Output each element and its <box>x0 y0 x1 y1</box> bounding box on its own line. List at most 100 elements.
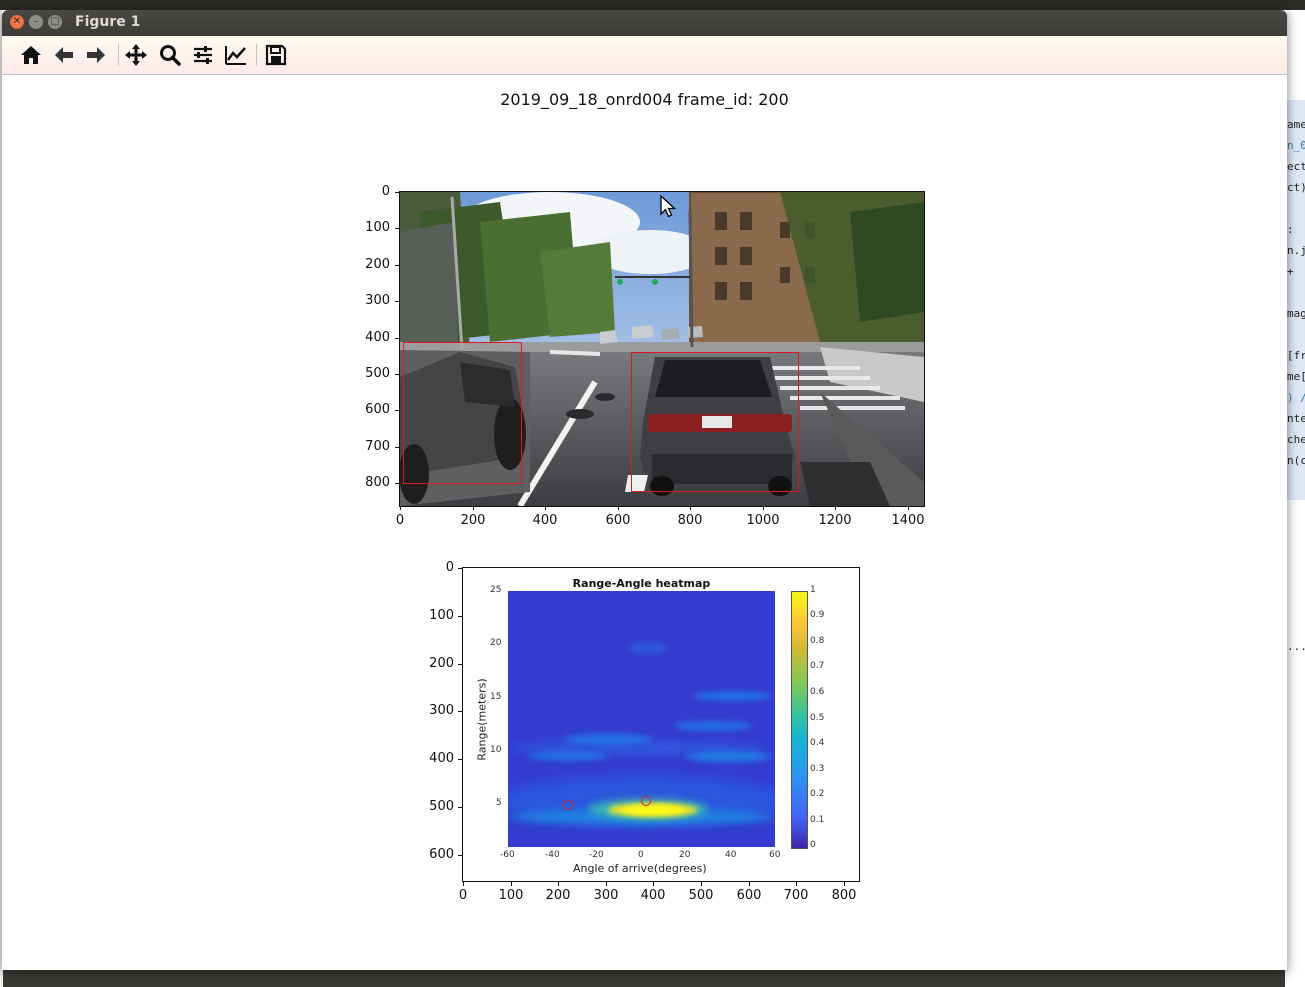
figure-title: 2019_09_18_onrd004 frame_id: 200 <box>500 90 789 109</box>
tick-label: 300 <box>429 703 454 718</box>
editor-line: n(c <box>1287 454 1305 467</box>
colorbar-tick: 0.2 <box>810 789 825 799</box>
heatmap-xtick: 60 <box>769 850 781 860</box>
tick-label: 200 <box>365 257 390 272</box>
pan-button[interactable] <box>124 43 148 67</box>
heatmap-title: Range-Angle heatmap <box>572 577 711 590</box>
tick-label: 300 <box>593 888 619 903</box>
tick-label: 200 <box>545 888 571 903</box>
heatmap-xtick: 20 <box>679 850 691 860</box>
heatmap-ytick: 25 <box>490 585 502 595</box>
customize-icon <box>225 46 246 65</box>
colorbar-tick: 0.9 <box>810 610 825 620</box>
tick-label: 500 <box>688 888 714 903</box>
title-bar[interactable]: ✕ – □ Figure 1 <box>2 10 1287 36</box>
customize-button[interactable] <box>224 43 248 67</box>
tick-label: 200 <box>429 656 454 671</box>
heatmap-xtick: 0 <box>638 850 644 860</box>
tick-label: 0 <box>381 184 390 199</box>
editor-line: me[ <box>1287 370 1305 383</box>
tick-label: 300 <box>365 293 390 308</box>
tick-label: 500 <box>365 366 390 381</box>
heatmap-image-axes: Range-Angle heatmap 25 20 15 10 5 -60 -4… <box>462 567 860 882</box>
detection-box <box>403 342 522 484</box>
close-window-button[interactable]: ✕ <box>10 15 24 29</box>
subplots-icon <box>194 46 212 64</box>
colorbar-tick: 1 <box>810 585 816 595</box>
tick-label: 800 <box>831 888 857 903</box>
tick-label: 600 <box>365 402 390 417</box>
forward-button[interactable] <box>84 43 108 67</box>
editor-line: ... <box>1287 640 1305 653</box>
editor-line: [fr <box>1287 349 1305 362</box>
heatmap-xtick: 40 <box>725 850 737 860</box>
colorbar <box>791 591 808 849</box>
colorbar-tick: 0.8 <box>810 636 825 646</box>
camera-image <box>399 191 925 507</box>
editor-line: ame <box>1287 118 1305 131</box>
tick-label: 600 <box>736 888 762 903</box>
editor-line: mag <box>1287 307 1305 320</box>
detection-box <box>631 352 799 492</box>
tick-label: 700 <box>783 888 809 903</box>
heatmap-ytick: 10 <box>490 745 502 755</box>
figure-window: ✕ – □ Figure 1 2019_09_18_onrd004 frame_… <box>2 10 1287 970</box>
tick-label: 1400 <box>891 513 925 528</box>
figure-canvas[interactable]: 2019_09_18_onrd004 frame_id: 200 0 100 2… <box>2 75 1287 970</box>
colorbar-tick: 0.7 <box>810 661 825 671</box>
tick-label: 100 <box>429 608 454 623</box>
tick-label: 100 <box>498 888 524 903</box>
editor-line: n_0 <box>1287 139 1305 152</box>
back-icon <box>55 47 73 63</box>
editor-line: : <box>1287 223 1294 236</box>
zoom-icon <box>160 45 181 66</box>
heatmap-xtick: -60 <box>500 850 515 860</box>
tick-label: 400 <box>640 888 666 903</box>
tick-label: 200 <box>460 513 486 528</box>
navigation-toolbar <box>2 36 1287 75</box>
background-editor-window: ame n_0 ect ct) : n.j + mag [fr me[ ) / … <box>1285 10 1305 987</box>
tick-label: 500 <box>429 799 454 814</box>
maximize-window-button[interactable]: □ <box>48 15 62 29</box>
colorbar-tick: 0.4 <box>810 738 825 748</box>
forward-icon <box>87 47 105 63</box>
tick-label: 800 <box>365 475 390 490</box>
editor-line: ct) <box>1287 181 1305 194</box>
tick-label: 600 <box>605 513 631 528</box>
heatmap-ytick: 5 <box>496 798 502 808</box>
tick-label: 400 <box>532 513 558 528</box>
colorbar-tick: 0.5 <box>810 713 825 723</box>
editor-line: n.j <box>1287 244 1305 257</box>
tick-label: 800 <box>677 513 703 528</box>
minimize-window-button[interactable]: – <box>29 15 43 29</box>
tick-label: 1000 <box>746 513 780 528</box>
mouse-cursor-icon <box>660 195 677 218</box>
heatmap-ytick: 15 <box>490 692 502 702</box>
editor-line: + <box>1287 265 1294 278</box>
tick-label: 1200 <box>818 513 852 528</box>
desktop-top-bar <box>0 0 1305 10</box>
tick-label: 700 <box>365 439 390 454</box>
tick-label: 400 <box>365 330 390 345</box>
heatmap-xlabel: Angle of arrive(degrees) <box>573 862 707 875</box>
colorbar-tick: 0.1 <box>810 815 825 825</box>
back-button[interactable] <box>52 43 76 67</box>
heatmap-ylabel: Range(meters) <box>475 678 489 761</box>
editor-line: ect <box>1287 160 1305 173</box>
save-icon <box>265 44 287 66</box>
subplots-button[interactable] <box>191 43 215 67</box>
editor-line: ) / <box>1287 391 1305 404</box>
target-marker <box>563 800 573 810</box>
tick-label: 400 <box>429 751 454 766</box>
home-button[interactable] <box>19 43 43 67</box>
window-title: Figure 1 <box>75 14 141 30</box>
home-icon <box>21 46 41 64</box>
colorbar-tick: 0.3 <box>810 764 825 774</box>
tick-label: 0 <box>458 888 468 903</box>
colorbar-tick: 0 <box>810 840 816 850</box>
heatmap-xtick: -20 <box>589 850 604 860</box>
target-marker <box>641 796 651 806</box>
save-button[interactable] <box>264 43 288 67</box>
tick-label: 600 <box>429 847 454 862</box>
zoom-button[interactable] <box>158 43 182 67</box>
